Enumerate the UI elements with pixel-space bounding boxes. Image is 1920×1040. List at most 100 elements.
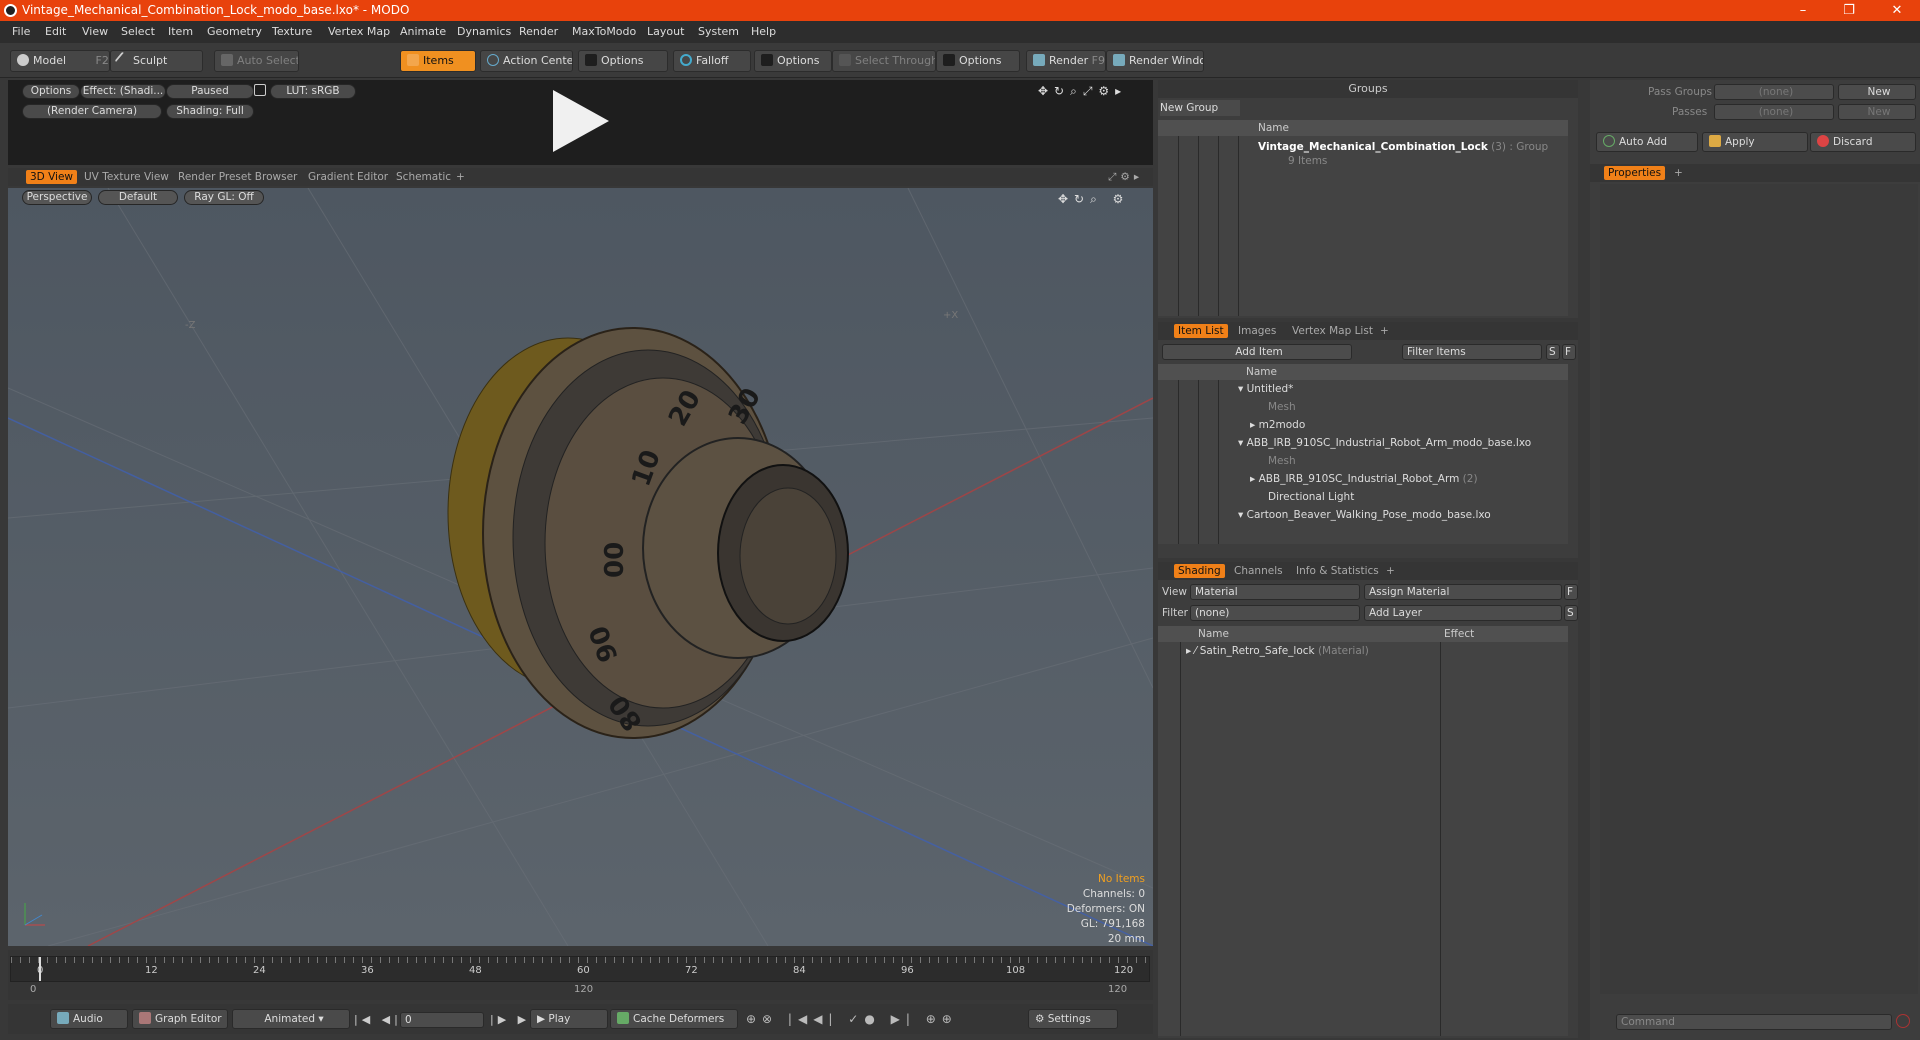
tree-row-untitled[interactable]: ▾ Untitled* [1238,380,1293,398]
command-stop-icon[interactable] [1896,1014,1910,1028]
menu-help[interactable]: Help [751,25,776,38]
options-button-1[interactable]: Options [578,50,668,72]
viewport-nav-icons[interactable]: ✥↻⌕ ⚙ [1058,192,1129,207]
perspective-dropdown[interactable]: Perspective [22,190,92,205]
menu-texture[interactable]: Texture [272,25,312,38]
default-style-dropdown[interactable]: Default [98,190,178,205]
tab-properties[interactable]: Properties [1604,166,1666,180]
apply-button[interactable]: Apply [1702,132,1808,152]
add-layer-dropdown[interactable]: Add Layer [1364,605,1562,621]
restore-button[interactable]: ❐ [1826,0,1872,21]
timeline[interactable]: 0 12 24 36 48 60 72 84 96 108 120 0 120 … [8,950,1153,1000]
tab-info-statistics[interactable]: Info & Statistics [1296,565,1379,577]
paused-toggle[interactable]: Paused [166,84,254,99]
groups-list[interactable]: Vintage_Mechanical_Combination_Lock (3) … [1158,136,1568,316]
preview-nav-icons[interactable]: ✥↻⌕⤢⚙▸ [1038,84,1138,98]
items-mode-button[interactable]: Items [400,50,476,72]
play-preview-icon[interactable] [545,86,615,156]
animated-dropdown[interactable]: Animated ▾ [232,1009,350,1029]
menu-render[interactable]: Render [519,25,558,38]
render-window-button[interactable]: Render Window [1106,50,1204,72]
menu-animate[interactable]: Animate [400,25,446,38]
pass-groups-dropdown[interactable]: (none) [1714,84,1834,100]
keyframe-tool-icons[interactable]: ⊕⊗ |◀◀| ✓● ▶| ⊕⊕ [746,1012,958,1026]
shading-s-button[interactable]: S [1564,605,1578,621]
playhead[interactable] [39,957,41,981]
pass-groups-new-button[interactable]: New [1838,84,1916,100]
add-tab-button[interactable]: + [456,171,465,183]
falloff-button[interactable]: Falloff [673,50,751,72]
tab-item-list[interactable]: Item List [1174,324,1228,338]
view-dropdown[interactable]: Material [1190,584,1360,600]
discard-button[interactable]: Discard [1810,132,1916,152]
graph-editor-button[interactable]: Graph Editor [132,1009,228,1029]
tab-schematic[interactable]: Schematic [396,171,451,183]
menu-maxtomodo[interactable]: MaxToModo [572,25,636,38]
tree-row-directional-light[interactable]: Directional Light [1268,488,1354,506]
passes-new-button[interactable]: New [1838,104,1916,120]
tree-row-mesh-2[interactable]: Mesh [1268,452,1296,470]
settings-button[interactable]: ⚙ Settings [1028,1009,1118,1029]
add-tab-button[interactable]: + [1380,325,1389,337]
sculpt-button[interactable]: Sculpt [110,50,203,72]
tree-row-mesh-1[interactable]: Mesh [1268,398,1296,416]
tab-images[interactable]: Images [1238,325,1276,337]
item-tree[interactable]: ▾ Untitled* Mesh ▸ m2modo ▾ ABB_IRB_910S… [1158,380,1568,544]
assign-material-dropdown[interactable]: Assign Material [1364,584,1562,600]
filter-dropdown[interactable]: (none) [1190,605,1360,621]
3d-viewport[interactable]: 20 30 10 00 90 80 Perspective Default Ra… [8,188,1153,946]
menu-item[interactable]: Item [168,25,193,38]
new-group-button[interactable]: New Group [1160,100,1240,116]
close-button[interactable]: ✕ [1874,0,1920,21]
auto-add-button[interactable]: Auto Add [1596,132,1698,152]
filter-items-input[interactable]: Filter Items [1402,344,1542,360]
render-button[interactable]: Render F9 [1026,50,1106,72]
cache-deformers-button[interactable]: Cache Deformers [610,1009,738,1029]
menu-dynamics[interactable]: Dynamics [457,25,511,38]
tab-channels[interactable]: Channels [1234,565,1283,577]
menu-vertex-map[interactable]: Vertex Map [328,25,390,38]
add-tab-button[interactable]: + [1386,565,1395,577]
viewport-panel-icons[interactable]: ⤢⚙▸ [1108,171,1143,184]
shading-f-button[interactable]: F [1564,584,1578,600]
options-button-2[interactable]: Options [754,50,832,72]
add-item-button[interactable]: Add Item [1162,344,1352,360]
prev-key-icons[interactable]: |◀ ◀| [354,1013,402,1026]
tab-3d-view[interactable]: 3D View [26,170,78,184]
tab-render-preset-browser[interactable]: Render Preset Browser [178,171,297,183]
lut-dropdown[interactable]: LUT: sRGB [270,84,356,99]
tab-uv-texture-view[interactable]: UV Texture View [84,171,169,183]
preview-options-button[interactable]: Options [22,84,80,99]
audio-button[interactable]: Audio [50,1009,128,1029]
render-camera-dropdown[interactable]: (Render Camera) [22,104,162,119]
menu-geometry[interactable]: Geometry [207,25,262,38]
shading-dropdown[interactable]: Shading: Full [166,104,254,119]
tab-gradient-editor[interactable]: Gradient Editor [308,171,388,183]
material-row[interactable]: ▸ ⁄ Satin_Retro_Safe_lock (Material) [1186,642,1369,660]
tree-row-abb-scene[interactable]: ▾ ABB_IRB_910SC_Industrial_Robot_Arm_mod… [1238,434,1531,452]
add-tab-button[interactable]: + [1674,167,1683,179]
tree-row-beaver-scene[interactable]: ▾ Cartoon_Beaver_Walking_Pose_modo_base.… [1238,506,1491,524]
lock-icon[interactable] [254,84,266,96]
menu-view[interactable]: View [82,25,108,38]
options-button-3[interactable]: Options [936,50,1020,72]
menu-select[interactable]: Select [121,25,155,38]
tree-row-m2modo[interactable]: ▸ m2modo [1250,416,1305,434]
play-button[interactable]: ▶ Play [530,1009,608,1029]
tab-shading[interactable]: Shading [1174,564,1225,578]
frame-input[interactable]: 0 [400,1012,484,1028]
action-center-button[interactable]: Action Center [480,50,573,72]
menu-system[interactable]: System [698,25,739,38]
tab-vertex-map-list[interactable]: Vertex Map List [1292,325,1373,337]
minimize-button[interactable]: – [1780,0,1826,21]
menu-edit[interactable]: Edit [45,25,66,38]
model-button[interactable]: Model F2 [10,50,110,72]
tree-row-abb-arm[interactable]: ▸ ABB_IRB_910SC_Industrial_Robot_Arm (2) [1250,470,1478,488]
ray-gl-dropdown[interactable]: Ray GL: Off [184,190,264,205]
menu-file[interactable]: File [12,25,30,38]
item-list-f-button[interactable]: F [1562,344,1576,360]
auto-select-button[interactable]: Auto Select [214,50,299,72]
effect-dropdown[interactable]: Effect: (Shadi... [80,84,166,99]
command-input[interactable]: Command [1616,1014,1892,1030]
menu-layout[interactable]: Layout [647,25,684,38]
